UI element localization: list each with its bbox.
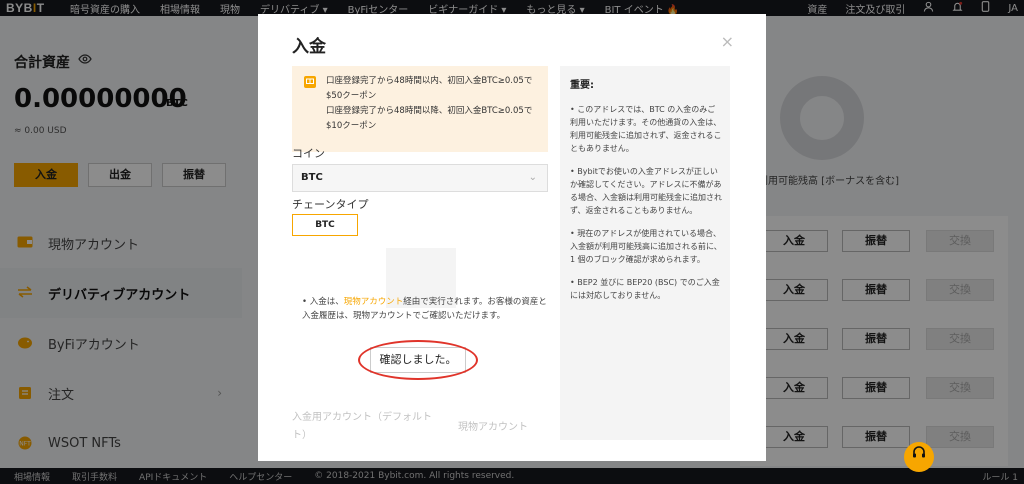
deposit-account-label-cont: ト） [292,430,312,441]
coin-select-value: BTC [301,172,323,183]
notice-line-1: 口座登録完了から48時間以内、初回入金BTC≥0.05で [326,76,533,86]
important-title: 重要: [570,80,594,91]
notice-line-3: 口座登録完了から48時間以降、初回入金BTC≥0.05で [326,106,533,116]
notice-line-4: $10クーポン [326,121,377,131]
close-icon[interactable]: × [721,32,734,51]
coupon-notice: 口座登録完了から48時間以内、初回入金BTC≥0.05で $50クーポン 口座登… [292,66,548,152]
deposit-account-value: 現物アカウント [458,422,528,433]
spot-account-link[interactable]: 現物アカウント [344,297,404,307]
important-item: • BEP2 並びに BEP20 (BSC) でのご入金には対応しておりません。 [570,278,720,300]
gift-icon [304,76,316,88]
note-prefix: • 入金は、 [302,297,344,307]
highlight-annotation-oval [358,340,478,380]
deposit-account-label: 入金用アカウント（デフォルト [292,412,432,423]
modal-title: 入金 [292,37,326,57]
coin-select[interactable]: BTC ⌄ [292,164,548,192]
chevron-down-icon: ⌄ [528,172,537,183]
important-item: • このアドレスでは、BTC の入金のみご利用いただけます。その他通貨の入金は、… [570,105,722,153]
important-info-panel: 重要: • このアドレスでは、BTC の入金のみご利用いただけます。その他通貨の… [560,66,730,440]
chain-type-btc-option[interactable]: BTC [292,214,358,236]
important-item: • Bybitでお使いの入金アドレスが正しいか確認してください。アドレスに不備が… [570,167,722,215]
important-item: • 現在のアドレスが使用されている場合、入金額が利用可能残高に追加される前に、1… [570,229,722,264]
chain-type-label: チェーンタイプ [292,198,369,211]
coin-label: コイン [292,147,325,160]
notice-line-2: $50クーポン [326,91,377,101]
deposit-modal: 入金 × 口座登録完了から48時間以内、初回入金BTC≥0.05で $50クーポ… [258,14,766,461]
deposit-note: • 入金は、現物アカウント経由で実行されます。お客様の資産と入金履歴は、現物アカ… [302,295,548,323]
support-headset-icon[interactable] [904,442,934,472]
